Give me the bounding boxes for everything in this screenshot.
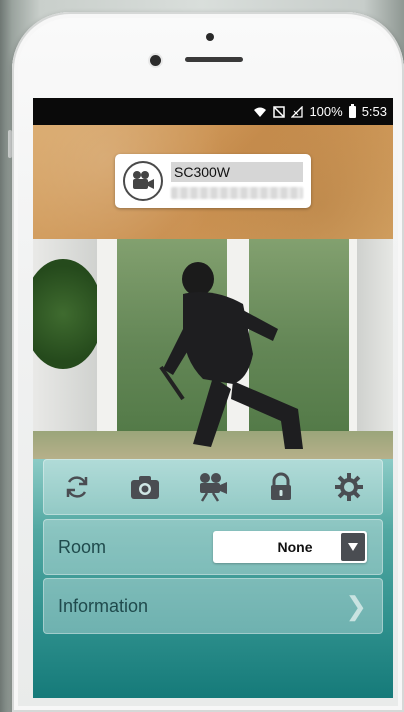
settings-gear-icon[interactable] — [327, 465, 371, 509]
device-subtitle-blurred — [171, 187, 303, 199]
action-toolbar — [43, 459, 383, 515]
chevron-right-icon: ❯ — [345, 591, 367, 621]
camera-icon — [123, 161, 163, 201]
room-select[interactable]: None — [213, 531, 367, 563]
room-selected-value: None — [277, 539, 313, 555]
snapshot-camera-icon[interactable] — [123, 465, 167, 509]
room-row: Room None — [43, 519, 383, 575]
app-screen: 100% 5:53 SC300W Room None Information ❯ — [33, 98, 393, 698]
front-camera — [150, 55, 161, 66]
no-sim-icon — [273, 105, 286, 118]
device-name: SC300W — [171, 162, 303, 182]
video-door-frame-left — [97, 239, 117, 459]
camera-live-view[interactable] — [33, 239, 393, 459]
lock-icon[interactable] — [259, 465, 303, 509]
record-video-icon[interactable] — [191, 465, 235, 509]
information-label: Information — [58, 596, 149, 616]
app-header: SC300W — [33, 125, 393, 239]
refresh-icon[interactable] — [55, 465, 99, 509]
video-wall-right — [357, 239, 393, 459]
clock-time: 5:53 — [361, 104, 387, 119]
phone-mockup: 100% 5:53 SC300W Room None Information ❯ — [0, 0, 404, 712]
dropdown-arrow-icon — [341, 533, 365, 561]
earpiece-speaker — [185, 57, 243, 62]
wifi-icon — [253, 106, 267, 118]
phone-sensor-dot — [206, 33, 214, 41]
signal-off-icon — [291, 105, 304, 118]
intruder-figure — [159, 262, 303, 449]
battery-icon — [348, 103, 356, 118]
information-row[interactable]: Information ❯ — [43, 578, 383, 634]
status-bar: 100% 5:53 — [33, 98, 393, 125]
controls-area: Room None Information ❯ — [33, 459, 393, 698]
battery-percent: 100% — [309, 104, 343, 119]
room-label: Room — [58, 537, 107, 557]
device-card[interactable]: SC300W — [115, 154, 311, 208]
